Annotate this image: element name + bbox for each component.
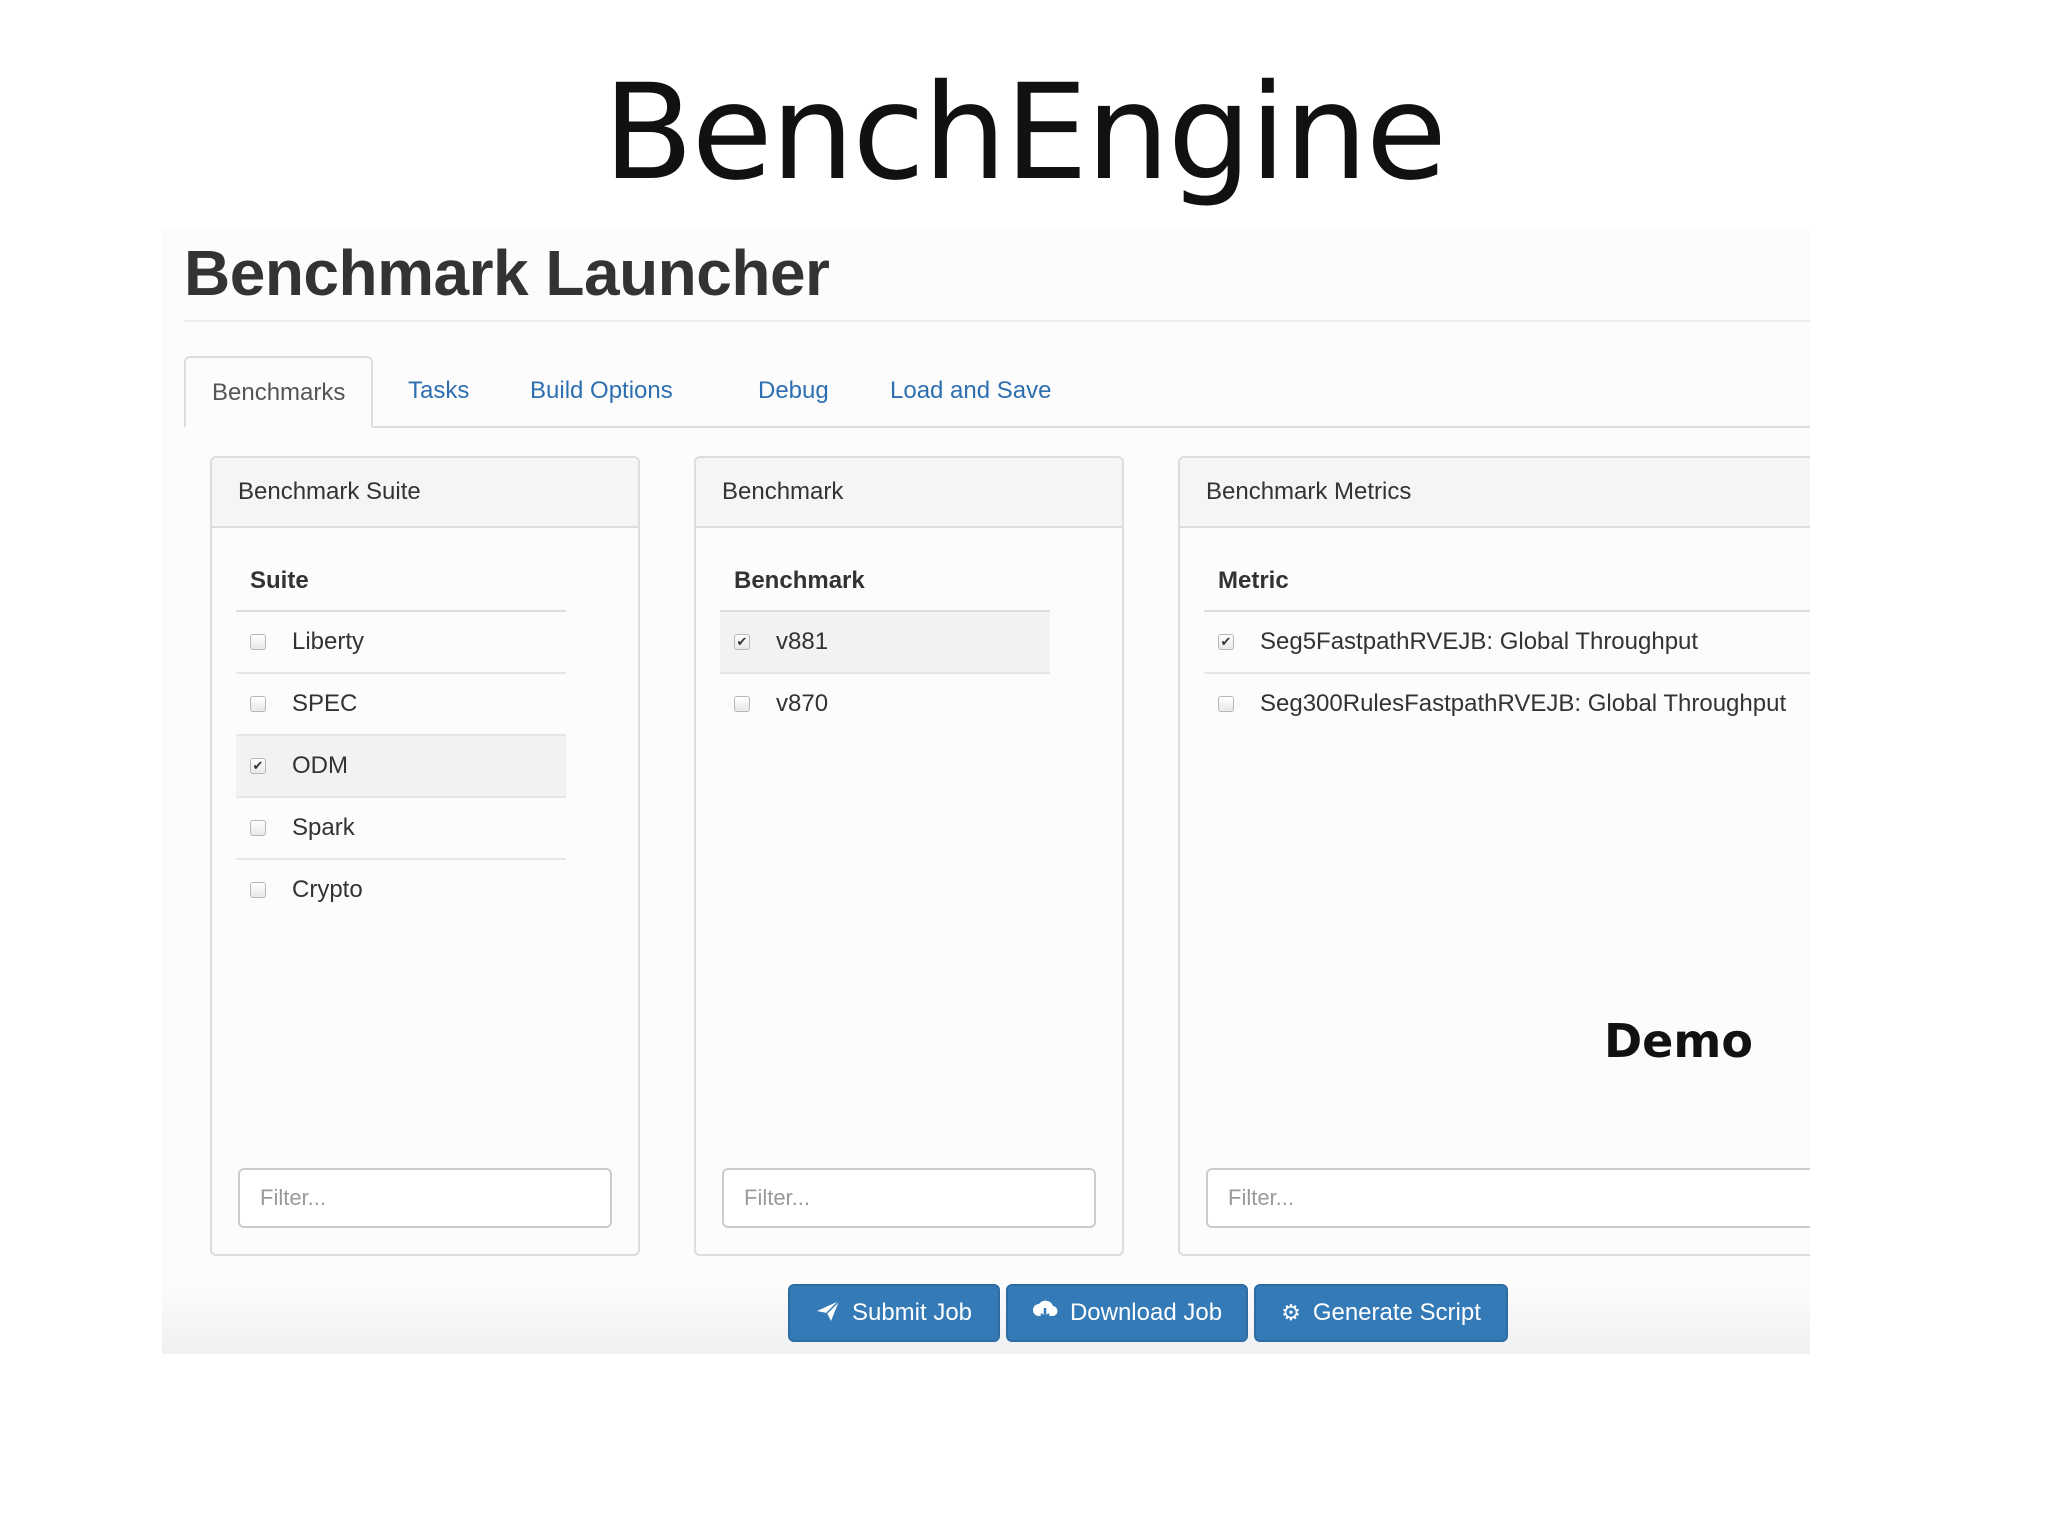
benchmark-metrics-panel: Benchmark Metrics Metric ✔ Seg5FastpathR… bbox=[1178, 456, 1810, 1256]
list-item-label: Liberty bbox=[292, 628, 365, 655]
list-item-label: ODM bbox=[292, 752, 348, 779]
checkbox[interactable]: ✔ bbox=[734, 634, 750, 650]
tab-load-and-save[interactable]: Load and Save bbox=[890, 356, 1051, 426]
list-item[interactable]: Seg300RulesFastpathRVEJB: Global Through… bbox=[1204, 674, 1810, 736]
list-item[interactable]: v870 bbox=[720, 674, 1050, 736]
list-item-label: v870 bbox=[776, 690, 829, 717]
list-item[interactable]: Crypto bbox=[236, 860, 566, 922]
checkbox[interactable] bbox=[250, 820, 266, 836]
list-item-label: v881 bbox=[776, 628, 829, 655]
list-item[interactable]: Spark bbox=[236, 798, 566, 860]
checkbox[interactable] bbox=[734, 696, 750, 712]
list-item-label: Seg5FastpathRVEJB: Global Throughput bbox=[1260, 628, 1699, 655]
tab-benchmarks[interactable]: Benchmarks bbox=[184, 356, 374, 428]
metrics-filter-input[interactable] bbox=[1206, 1168, 1810, 1228]
cloud-download-icon bbox=[1032, 1300, 1058, 1326]
list-item[interactable]: ✔ v881 bbox=[720, 612, 1050, 674]
list-header: Benchmark bbox=[720, 550, 1050, 612]
submit-job-button[interactable]: Submit Job bbox=[788, 1284, 1000, 1342]
list-item-label: Spark bbox=[292, 814, 355, 841]
list-item-label: SPEC bbox=[292, 690, 358, 717]
page-title: Benchmark Launcher bbox=[184, 237, 830, 309]
suite-filter-input[interactable] bbox=[238, 1168, 612, 1228]
checkbox[interactable] bbox=[250, 882, 266, 898]
slide: BenchEngine Benchmark Launcher Benchmark… bbox=[0, 0, 2048, 1536]
list-item[interactable]: ✔ ODM bbox=[236, 736, 566, 798]
benchmark-suite-panel: Benchmark Suite Suite Liberty SPEC ✔ ODM bbox=[210, 456, 640, 1256]
suite-list: Suite Liberty SPEC ✔ ODM Spark Crypto bbox=[236, 550, 566, 922]
generate-script-button[interactable]: ⚙ Generate Script bbox=[1254, 1284, 1508, 1342]
list-item[interactable]: ✔ Seg5FastpathRVEJB: Global Throughput bbox=[1204, 612, 1810, 674]
metrics-list: Metric ✔ Seg5FastpathRVEJB: Global Throu… bbox=[1204, 550, 1810, 736]
tab-tasks[interactable]: Tasks bbox=[408, 356, 469, 426]
list-item[interactable]: Liberty bbox=[236, 612, 566, 674]
checkbox[interactable] bbox=[1218, 696, 1234, 712]
download-job-button[interactable]: Download Job bbox=[1006, 1284, 1248, 1342]
submit-job-label: Submit Job bbox=[851, 1299, 973, 1326]
slide-title: BenchEngine bbox=[602, 56, 1447, 210]
tab-build-options[interactable]: Build Options bbox=[530, 356, 673, 426]
list-item-label: Crypto bbox=[292, 876, 363, 903]
title-divider bbox=[184, 320, 1810, 322]
list-item-label: Seg300RulesFastpathRVEJB: Global Through… bbox=[1260, 690, 1787, 717]
demo-label: Demo bbox=[1604, 1014, 1753, 1068]
app-window: Benchmark Launcher Benchmarks Tasks Buil… bbox=[162, 228, 1810, 1354]
generate-script-label: Generate Script bbox=[1312, 1299, 1481, 1326]
panel-heading: Benchmark Metrics bbox=[1180, 458, 1810, 528]
gear-icon: ⚙ bbox=[1281, 1300, 1301, 1325]
list-item[interactable]: SPEC bbox=[236, 674, 566, 736]
checkbox[interactable] bbox=[250, 696, 266, 712]
panel-heading: Benchmark bbox=[696, 458, 1122, 528]
list-header: Metric bbox=[1204, 550, 1810, 612]
panel-heading: Benchmark Suite bbox=[212, 458, 638, 528]
benchmark-list: Benchmark ✔ v881 v870 bbox=[720, 550, 1050, 736]
checkbox[interactable] bbox=[250, 634, 266, 650]
tab-debug[interactable]: Debug bbox=[758, 356, 829, 426]
list-header: Suite bbox=[236, 550, 566, 612]
checkbox[interactable]: ✔ bbox=[1218, 634, 1234, 650]
benchmark-filter-input[interactable] bbox=[722, 1168, 1096, 1228]
send-icon bbox=[816, 1300, 840, 1326]
download-job-label: Download Job bbox=[1069, 1299, 1223, 1326]
benchmark-panel: Benchmark Benchmark ✔ v881 v870 bbox=[694, 456, 1124, 1256]
checkbox[interactable]: ✔ bbox=[250, 758, 266, 774]
tab-bar: Benchmarks Tasks Build Options Debug Loa… bbox=[184, 356, 1810, 428]
